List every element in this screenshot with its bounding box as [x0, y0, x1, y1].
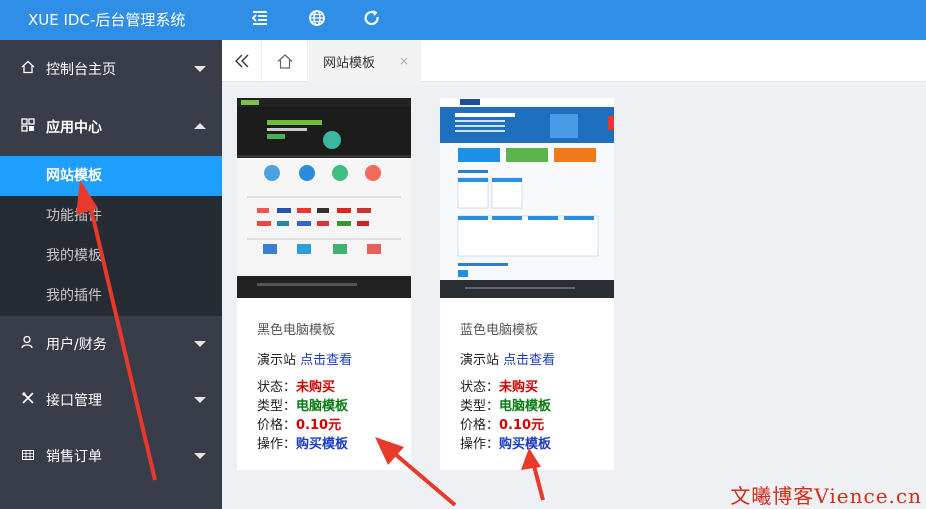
buy-template-link[interactable]: 购买模板 — [499, 437, 551, 452]
price-label: 价格： — [460, 418, 500, 433]
action-label: 操作： — [257, 437, 297, 452]
status-row: 状态：未购买 — [460, 376, 610, 395]
tabs-scroll-left-icon[interactable] — [222, 40, 262, 82]
sidebar-submenu-apps: 网站模板 功能插件 我的模板 我的插件 — [0, 156, 222, 316]
template-card: 蓝色电脑模板 演示站 点击查看 状态：未购买 类型：电脑模板 价格：0.10元 … — [440, 98, 614, 470]
template-name: 蓝色电脑模板 — [460, 323, 539, 338]
demo-label: 演示站 — [257, 353, 297, 368]
type-row: 类型：电脑模板 — [257, 395, 407, 414]
sidebar-group-sales-orders[interactable]: 销售订单 — [0, 428, 222, 484]
action-label: 操作： — [460, 437, 500, 452]
price-value: 0.10元 — [499, 418, 545, 433]
refresh-icon[interactable] — [362, 8, 386, 32]
sidebar-item-my-templates[interactable]: 我的模板 — [0, 236, 222, 276]
demo-link[interactable]: 点击查看 — [300, 353, 352, 368]
status-label: 状态： — [460, 380, 500, 395]
sidebar-item-my-plugins[interactable]: 我的插件 — [0, 276, 222, 316]
tab-site-templates[interactable]: 网站模板 × — [309, 40, 421, 82]
sidebar: XUE IDC-后台管理系统 控制台主页 应用中心 网站模板 功能插件 我的模板… — [0, 0, 222, 509]
type-label: 类型： — [460, 399, 500, 414]
sidebar-item-feature-plugins[interactable]: 功能插件 — [0, 196, 222, 236]
top-header — [222, 0, 926, 40]
template-preview-image[interactable] — [237, 98, 411, 298]
sidebar-group-label: 应用中心 — [46, 120, 102, 136]
globe-icon[interactable] — [307, 8, 331, 32]
chevron-up-icon — [194, 123, 206, 129]
grid-icon — [20, 449, 36, 464]
sidebar-group-api-management[interactable]: 接口管理 — [0, 372, 222, 428]
home-icon — [20, 60, 36, 78]
sidebar-group-apps[interactable]: 应用中心 — [0, 98, 222, 156]
close-icon[interactable]: × — [399, 54, 409, 68]
template-preview-image[interactable] — [440, 98, 614, 298]
type-row: 类型：电脑模板 — [460, 395, 610, 414]
type-label: 类型： — [257, 399, 297, 414]
price-row: 价格：0.10元 — [257, 414, 407, 433]
type-value: 电脑模板 — [296, 399, 349, 414]
status-row: 状态：未购买 — [257, 376, 407, 395]
chevron-down-icon — [194, 66, 206, 72]
sidebar-group-label: 控制台主页 — [46, 62, 116, 78]
chevron-down-icon — [194, 341, 206, 347]
demo-row: 演示站 点击查看 — [257, 349, 407, 368]
sidebar-group-console[interactable]: 控制台主页 — [0, 40, 222, 98]
tab-label: 网站模板 — [323, 55, 376, 71]
status-value: 未购买 — [499, 380, 539, 395]
sidebar-group-label: 销售订单 — [46, 449, 102, 465]
demo-label: 演示站 — [460, 353, 500, 368]
apps-icon — [20, 118, 36, 136]
chevron-down-icon — [194, 453, 206, 459]
template-info: 黑色电脑模板 演示站 点击查看 状态：未购买 类型：电脑模板 价格：0.10元 … — [257, 319, 407, 452]
chevron-down-icon — [194, 397, 206, 403]
price-label: 价格： — [257, 418, 297, 433]
sidebar-group-label: 接口管理 — [46, 393, 102, 409]
tab-bar: 网站模板 × — [222, 40, 926, 82]
tools-icon — [20, 391, 36, 409]
action-row: 操作：购买模板 — [460, 433, 610, 452]
status-label: 状态： — [257, 380, 297, 395]
template-card: 黑色电脑模板 演示站 点击查看 状态：未购买 类型：电脑模板 价格：0.10元 … — [237, 98, 411, 470]
price-row: 价格：0.10元 — [460, 414, 610, 433]
sidebar-group-users-finance[interactable]: 用户/财务 — [0, 316, 222, 372]
demo-row: 演示站 点击查看 — [460, 349, 610, 368]
type-value: 电脑模板 — [499, 399, 552, 414]
user-icon — [20, 335, 36, 353]
action-row: 操作：购买模板 — [257, 433, 407, 452]
menu-fold-icon[interactable] — [250, 8, 274, 32]
home-tab-icon[interactable] — [262, 40, 308, 82]
price-value: 0.10元 — [296, 418, 342, 433]
template-info: 蓝色电脑模板 演示站 点击查看 状态：未购买 类型：电脑模板 价格：0.10元 … — [460, 319, 610, 452]
demo-link[interactable]: 点击查看 — [503, 353, 555, 368]
status-value: 未购买 — [296, 380, 336, 395]
buy-template-link[interactable]: 购买模板 — [296, 437, 348, 452]
sidebar-group-label: 用户/财务 — [46, 337, 107, 353]
watermark: 文曦博客Vience.cn — [730, 484, 922, 508]
template-name: 黑色电脑模板 — [257, 323, 336, 338]
app-title: XUE IDC-后台管理系统 — [0, 0, 222, 40]
sidebar-item-site-templates[interactable]: 网站模板 — [0, 156, 222, 196]
